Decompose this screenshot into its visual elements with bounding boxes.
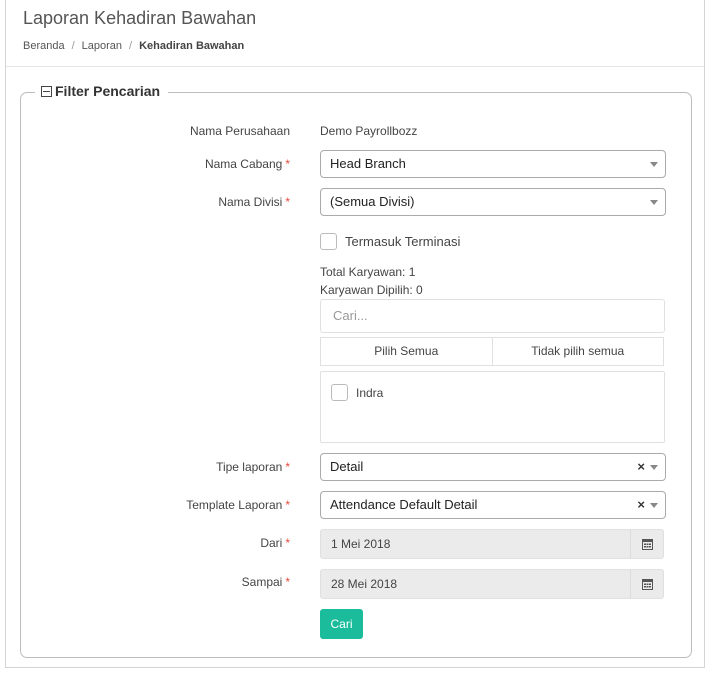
division-select-value: (Semua Divisi) (330, 194, 415, 209)
chevron-down-icon[interactable] (650, 465, 658, 470)
required-mark: * (285, 536, 290, 550)
report-type-select[interactable]: Detail × (320, 453, 666, 481)
company-value: Demo Payrollbozz (320, 124, 418, 138)
date-from-input[interactable]: 1 Mei 2018 (320, 529, 664, 559)
date-from-value: 1 Mei 2018 (331, 537, 391, 551)
chevron-down-icon[interactable] (650, 162, 658, 167)
selection-button-group: Pilih Semua Tidak pilih semua (320, 337, 664, 366)
report-template-label-text: Template Laporan (186, 498, 283, 512)
division-label: Nama Divisi * (30, 195, 290, 209)
report-type-label: Tipe laporan * (30, 460, 290, 474)
employee-search-placeholder: Cari... (333, 308, 368, 323)
total-employees: Total Karyawan: 1 (320, 265, 416, 279)
employee-name[interactable]: Indra (356, 386, 383, 400)
header-divider (6, 66, 704, 67)
required-mark: * (285, 575, 290, 589)
date-to-label: Sampai * (30, 575, 290, 589)
breadcrumb-current: Kehadiran Bawahan (139, 40, 245, 52)
company-label: Nama Perusahaan (189, 124, 290, 138)
calendar-icon[interactable] (630, 570, 663, 598)
deselect-all-button[interactable]: Tidak pilih semua (491, 338, 663, 365)
report-template-label: Template Laporan * (30, 498, 290, 512)
date-to-value: 28 Mei 2018 (331, 577, 398, 591)
employee-checkbox[interactable] (331, 384, 348, 401)
breadcrumb-reports[interactable]: Laporan (82, 40, 122, 52)
division-label-text: Nama Divisi (218, 195, 283, 209)
date-to-label-text: Sampai (241, 575, 283, 589)
collapse-icon[interactable] (41, 85, 52, 97)
search-button[interactable]: Cari (320, 609, 363, 639)
include-termination-label[interactable]: Termasuk Terminasi (345, 234, 460, 249)
breadcrumb-home[interactable]: Beranda (23, 40, 65, 52)
chevron-down-icon[interactable] (650, 200, 658, 205)
required-mark: * (285, 498, 290, 512)
select-all-button[interactable]: Pilih Semua (321, 338, 492, 365)
branch-label: Nama Cabang * (30, 157, 290, 171)
clear-icon[interactable]: × (637, 454, 645, 480)
branch-label-text: Nama Cabang (204, 157, 283, 171)
report-template-select[interactable]: Attendance Default Detail × (320, 491, 666, 519)
breadcrumb-separator: / (129, 40, 133, 52)
report-template-value: Attendance Default Detail (330, 497, 478, 512)
page-title: Laporan Kehadiran Bawahan (23, 8, 257, 28)
required-mark: * (285, 460, 290, 474)
selected-employees: Karyawan Dipilih: 0 (320, 283, 423, 297)
calendar-icon[interactable] (630, 530, 663, 558)
date-from-label-text: Dari (260, 536, 283, 550)
filter-panel-legend[interactable]: Filter Pencarian (35, 83, 169, 99)
breadcrumb: Beranda / Laporan / Kehadiran Bawahan (23, 40, 244, 52)
division-select[interactable]: (Semua Divisi) (320, 188, 666, 216)
date-from-label: Dari * (30, 536, 290, 550)
branch-select-value: Head Branch (330, 156, 406, 171)
required-mark: * (285, 157, 290, 171)
date-to-input[interactable]: 28 Mei 2018 (320, 569, 664, 599)
breadcrumb-separator: / (71, 40, 75, 52)
page-container: Laporan Kehadiran Bawahan Beranda / Lapo… (5, 0, 705, 668)
include-termination-checkbox[interactable] (320, 233, 337, 250)
chevron-down-icon[interactable] (650, 503, 658, 508)
clear-icon[interactable]: × (637, 492, 645, 518)
filter-panel-title: Filter Pencarian (55, 83, 161, 99)
filter-panel: Filter Pencarian Nama Perusahaan Demo Pa… (20, 83, 692, 658)
employee-search-input[interactable]: Cari... (320, 299, 665, 333)
report-type-label-text: Tipe laporan (216, 460, 283, 474)
branch-select[interactable]: Head Branch (320, 150, 666, 178)
employee-list: Indra (320, 371, 665, 443)
report-type-value: Detail (330, 459, 364, 474)
required-mark: * (285, 195, 290, 209)
